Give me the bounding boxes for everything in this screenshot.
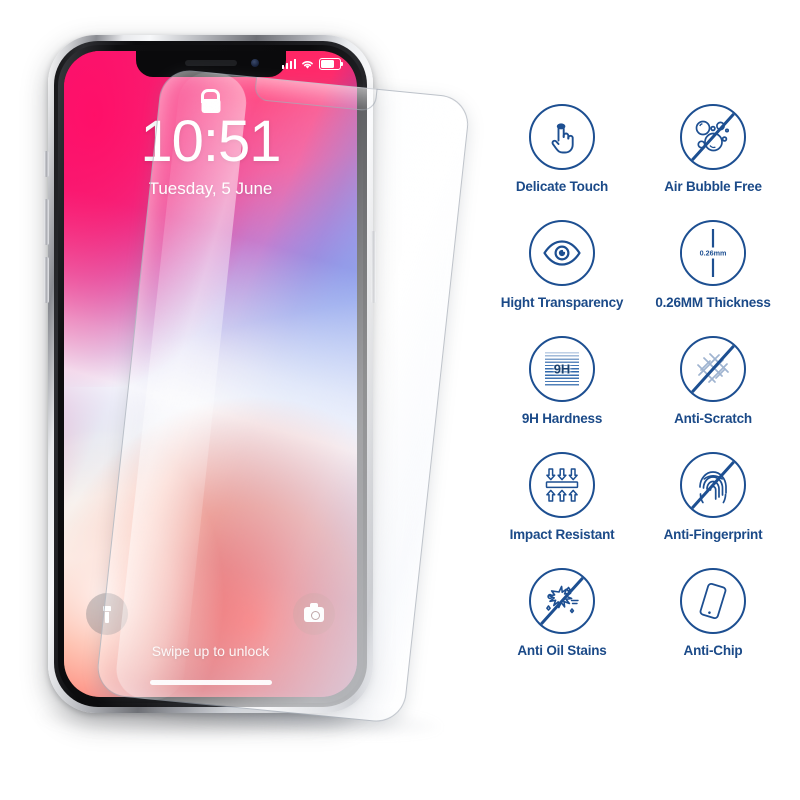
feature-air-bubble-free: Air Bubble Free [643,104,783,194]
flashlight-icon [103,605,111,623]
product-image-canvas: 10:51 Tuesday, 5 June Swipe up to unlock [0,0,800,800]
feature-anti-oil-stains: Anti Oil Stains [492,568,632,658]
feature-label: Anti-Fingerprint [663,527,763,542]
volume-down-button[interactable] [44,257,49,303]
mute-switch[interactable] [44,151,49,177]
power-button[interactable] [371,231,376,303]
eye-icon [529,220,595,286]
thickness-caliper-icon: 0.26mm [680,220,746,286]
camera-button[interactable] [293,593,335,635]
flashlight-button[interactable] [86,593,128,635]
oil-splash-icon [529,568,595,634]
feature-anti-fingerprint: Anti-Fingerprint [643,452,783,542]
feature-label: Anti Oil Stains [517,643,607,658]
swipe-up-hint: Swipe up to unlock [151,643,270,659]
hardness-swatch-icon: 9H [529,336,595,402]
feature-anti-scratch: Anti-Scratch [643,336,783,426]
lockscreen-time: 10:51 [140,109,281,174]
thickness-value: 0.26mm [682,247,744,259]
phone-outline-icon [680,568,746,634]
air-bubbles-icon [680,104,746,170]
scratch-marks-icon [680,336,746,402]
feature-label: Hight Transparency [500,295,624,310]
feature-label: Air Bubble Free [664,179,762,194]
feature-label: Anti-Chip [683,643,743,658]
camera-icon [304,603,324,622]
impact-arrows-icon [529,452,595,518]
feature-hight-transparency: Hight Transparency [492,220,632,310]
feature-label: Anti-Scratch [674,411,752,426]
signal-bars-icon [281,59,296,69]
feature-grid: Delicate Touch Air Bubble Free Hight Tra… [492,104,792,658]
fingerprint-icon [680,452,746,518]
home-indicator[interactable] [149,680,272,685]
lockscreen-date: Tuesday, 5 June [148,179,273,198]
device-screen: 10:51 Tuesday, 5 June Swipe up to unlock [64,51,357,697]
touch-finger-icon [529,104,595,170]
feature-9h-hardness: 9H 9H Hardness [492,336,632,426]
status-bar [64,55,357,75]
feature-thickness: 0.26mm 0.26MM Thickness [643,220,783,310]
hardness-value: 9H [553,361,571,377]
feature-anti-chip: Anti-Chip [643,568,783,658]
status-bar-right-group [281,58,344,70]
wifi-icon [302,60,313,69]
feature-label: Delicate Touch [515,179,609,194]
feature-label: 9H Hardness [521,411,603,426]
hardness-swatch: 9H [545,352,579,386]
feature-delicate-touch: Delicate Touch [492,104,632,194]
feature-label: Impact Resistant [509,527,615,542]
feature-impact-resistant: Impact Resistant [492,452,632,542]
feature-label: 0.26MM Thickness [655,295,771,310]
volume-up-button[interactable] [44,199,49,245]
battery-icon [319,58,344,70]
iphone-device: 10:51 Tuesday, 5 June Swipe up to unlock [30,35,390,737]
